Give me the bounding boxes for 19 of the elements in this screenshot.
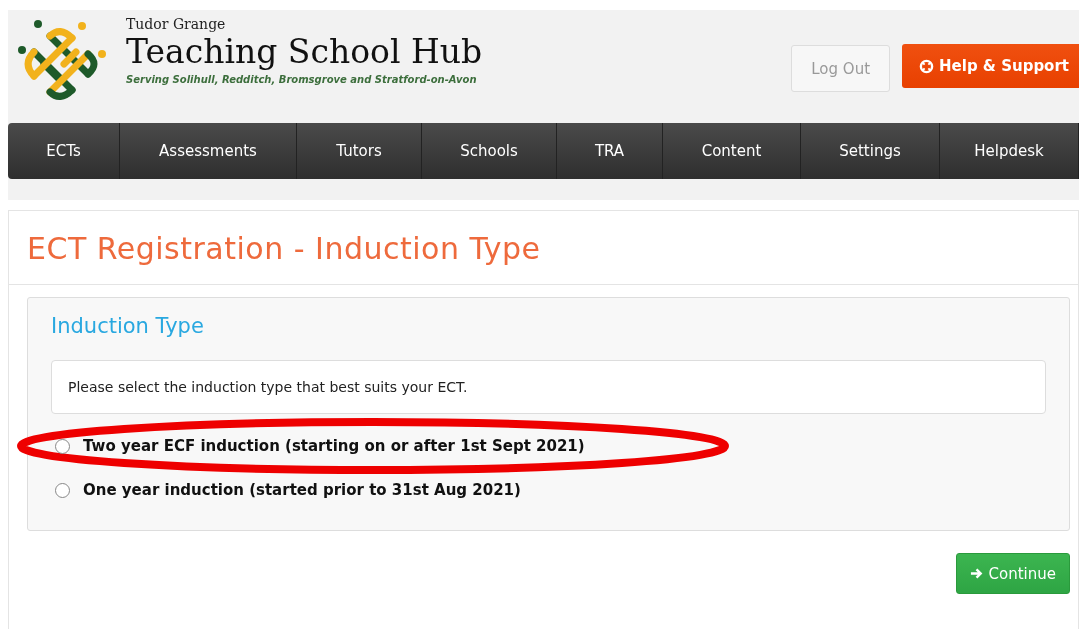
lifebuoy-icon [919, 58, 935, 74]
nav-item[interactable]: Assessments [120, 123, 297, 179]
option-label[interactable]: One year induction (started prior to 31st Aug 2021) [83, 481, 521, 499]
site-title: Teaching School Hub [126, 32, 483, 72]
nav-item[interactable]: Schools [422, 123, 557, 179]
nav-item[interactable]: TRA [557, 123, 663, 179]
nav-item[interactable]: ECTs [8, 123, 120, 179]
page-title: ECT Registration - Induction Type [9, 211, 1078, 285]
nav-item[interactable]: Helpdesk [940, 123, 1079, 179]
site-tagline: Serving Solihull, Redditch, Bromsgrove and Stratford-on-Avon [126, 74, 478, 85]
nav-item[interactable]: Settings [801, 123, 940, 179]
info-message: Please select the induction type that best suits your ECT. [51, 360, 1046, 414]
help-support-button[interactable]: Help & Support [902, 44, 1079, 88]
arrow-right-icon [969, 567, 983, 580]
nav-item[interactable]: Content [663, 123, 801, 179]
nav-item[interactable]: Tutors [297, 123, 422, 179]
section-heading: Induction Type [51, 314, 205, 338]
radio-button[interactable] [55, 482, 70, 498]
org-name: Tudor Grange [126, 16, 227, 32]
